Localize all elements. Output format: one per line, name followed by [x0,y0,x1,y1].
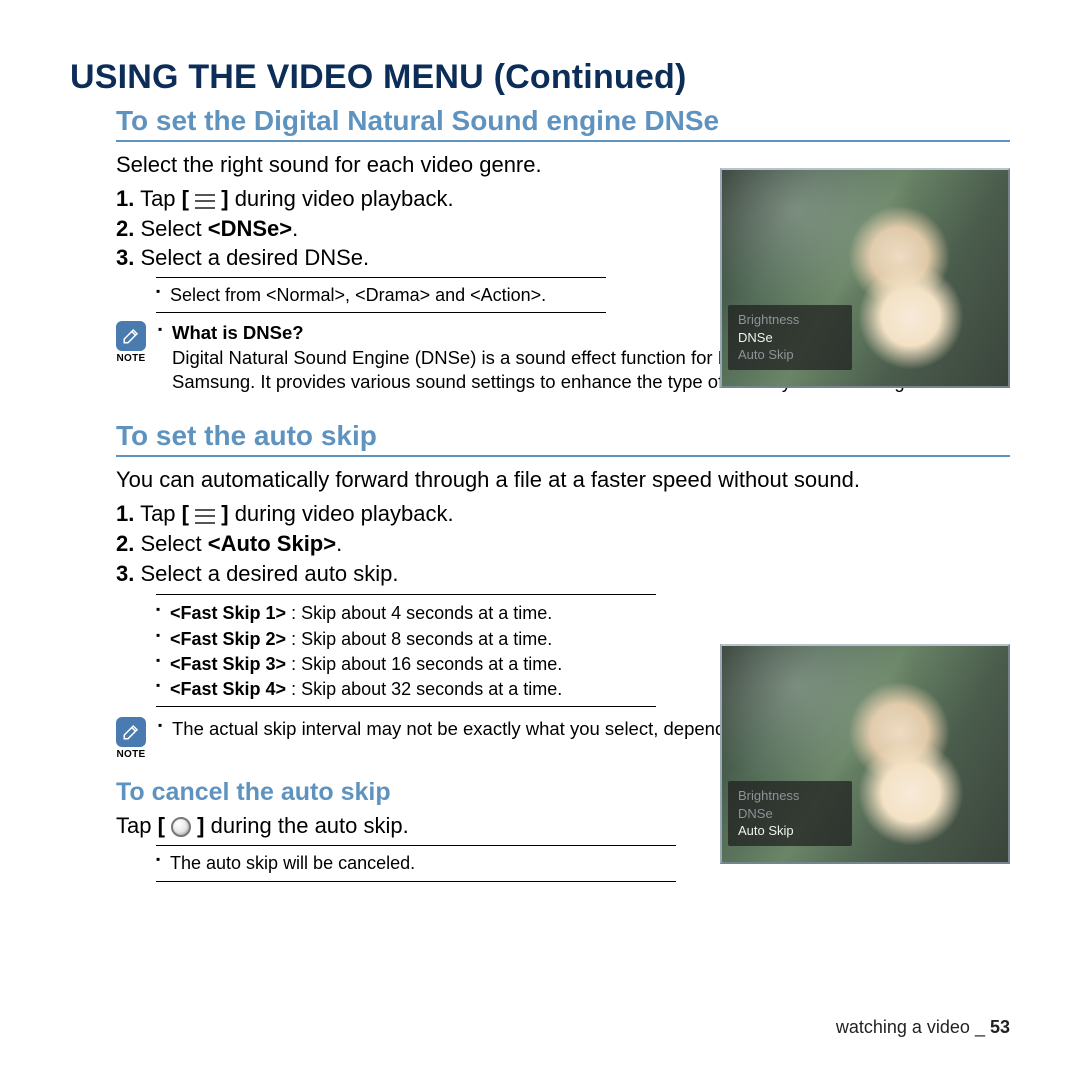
screenshot-autoskip: Brightness DNSe Auto Skip [720,644,1010,864]
menu-icon [195,194,215,209]
menu-icon [195,509,215,524]
note-icon [116,717,146,747]
fastskip-1-desc: : Skip about 4 seconds at a time. [286,603,552,623]
note-label: NOTE [117,749,146,760]
step-text: Select a desired DNSe. [134,245,369,270]
fastskip-2-label: <Fast Skip 2> [170,629,286,649]
fastskip-list: <Fast Skip 1> : Skip about 4 seconds at … [156,594,656,707]
step-number: 1. [116,186,134,211]
step-text: Tap [134,501,181,526]
autoskip-label: <Auto Skip> [208,531,336,556]
fastskip-2-desc: : Skip about 8 seconds at a time. [286,629,552,649]
page-footer: watching a video _ 53 [836,1017,1010,1038]
circle-button-icon [171,817,191,837]
drawer-item-brightness: Brightness [738,311,842,329]
step-tail: during video playback. [229,186,454,211]
fastskip-4-label: <Fast Skip 4> [170,679,286,699]
note-badge: NOTE [116,321,146,364]
step-text: Select [134,216,207,241]
bracket-close: ] [215,186,228,211]
footer-page: 53 [990,1017,1010,1037]
page-title: USING THE VIDEO MENU (Continued) [70,58,1010,97]
cancel-bullet: The auto skip will be canceled. [156,851,676,875]
dnse-step-1: 1. Tap [ ] during video playback. [116,184,636,214]
bracket-close: ] [191,813,204,838]
dnse-intro: Select the right sound for each video ge… [116,152,636,178]
bracket-open: [ [182,501,195,526]
step-text: Tap [134,186,181,211]
fastskip-3: <Fast Skip 3> : Skip about 16 seconds at… [156,652,656,677]
fastskip-3-desc: : Skip about 16 seconds at a time. [286,654,562,674]
drawer-item-dnse: DNSe [738,805,842,823]
menu-drawer: Brightness DNSe Auto Skip [728,305,852,370]
note-badge: NOTE [116,717,146,760]
footer-text: watching a video _ [836,1017,990,1037]
dnse-steps: 1. Tap [ ] during video playback. 2. Sel… [116,184,636,273]
autoskip-step-1: 1. Tap [ ] during video playback. [116,499,636,529]
dnse-note-q-text: What is DNSe? [172,322,304,343]
autoskip-step-2: 2. Select <Auto Skip>. [116,529,636,559]
step-number: 3. [116,245,134,270]
fastskip-4-desc: : Skip about 32 seconds at a time. [286,679,562,699]
note-icon [116,321,146,351]
section-title-dnse: To set the Digital Natural Sound engine … [116,105,1010,142]
fastskip-2: <Fast Skip 2> : Skip about 8 seconds at … [156,627,656,652]
fastskip-1-label: <Fast Skip 1> [170,603,286,623]
step-text: Select a desired auto skip. [134,561,398,586]
step-tail: during video playback. [229,501,454,526]
screenshot-dnse: Brightness DNSe Auto Skip [720,168,1010,388]
dnse-step-2: 2. Select <DNSe>. [116,214,636,244]
section-title-autoskip: To set the auto skip [116,420,1010,457]
drawer-item-dnse: DNSe [738,329,842,347]
autoskip-steps: 1. Tap [ ] during video playback. 2. Sel… [116,499,636,588]
period: . [292,216,298,241]
dnse-options-text: Select from <Normal>, <Drama> and <Actio… [156,283,606,307]
step-number: 1. [116,501,134,526]
cancel-text-b: during the auto skip. [205,813,409,838]
dnse-label: <DNSe> [208,216,292,241]
drawer-item-autoskip: Auto Skip [738,346,842,364]
bracket-close: ] [215,501,228,526]
step-number: 2. [116,216,134,241]
fastskip-4: <Fast Skip 4> : Skip about 32 seconds at… [156,677,656,702]
cancel-text-a: Tap [116,813,158,838]
drawer-item-brightness: Brightness [738,787,842,805]
autoskip-step-3: 3. Select a desired auto skip. [116,559,636,589]
note-label: NOTE [117,353,146,364]
dnse-step-3: 3. Select a desired DNSe. [116,243,636,273]
cancel-result: The auto skip will be canceled. [156,845,676,881]
drawer-item-autoskip: Auto Skip [738,822,842,840]
step-number: 3. [116,561,134,586]
step-text: Select [134,531,207,556]
fastskip-1: <Fast Skip 1> : Skip about 4 seconds at … [156,601,656,626]
bracket-open: [ [182,186,195,211]
autoskip-intro: You can automatically forward through a … [116,467,996,493]
fastskip-3-label: <Fast Skip 3> [170,654,286,674]
menu-drawer: Brightness DNSe Auto Skip [728,781,852,846]
step-number: 2. [116,531,134,556]
period: . [336,531,342,556]
bracket-open: [ [158,813,171,838]
dnse-options: Select from <Normal>, <Drama> and <Actio… [156,277,606,313]
